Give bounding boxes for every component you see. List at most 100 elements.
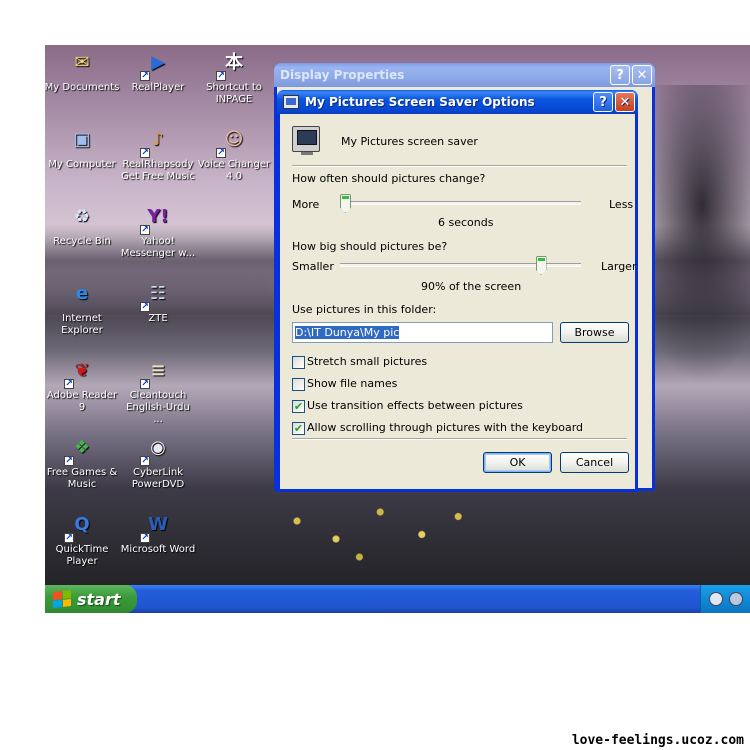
desktop-icon[interactable]: Q ↗ QuickTime Player: [45, 509, 120, 568]
shortcut-arrow-icon: ↗: [140, 302, 150, 312]
cleantouch-dictionary-icon: ≡ ↗: [140, 360, 166, 389]
desktop-icon-label: QuickTime Player: [55, 544, 109, 567]
dialog-close-button[interactable]: ✕: [615, 92, 635, 112]
screen-saver-icon: [292, 126, 320, 155]
desktop-icon-label: Shortcut to INPAGE: [206, 82, 262, 105]
desktop-icon-label: RealPlayer: [131, 82, 185, 93]
shortcut-arrow-icon: ↗: [140, 225, 150, 235]
quicktime-icon: Q ↗: [64, 514, 90, 543]
desktop-icon[interactable]: e Internet Explorer: [45, 278, 120, 337]
my-computer-icon: ▣: [73, 129, 91, 150]
desktop-icon-label: My Computer: [48, 159, 116, 170]
monitor-icon: [283, 95, 299, 109]
desktop-icon[interactable]: ◉ ↗ CyberLink PowerDVD: [120, 432, 196, 491]
picture-size-slider[interactable]: [535, 256, 547, 275]
change-frequency-slider[interactable]: [340, 194, 351, 213]
desktop-icon[interactable]: ☺ ↗ Voice Changer 4.0: [196, 124, 272, 183]
system-tray: [700, 585, 750, 613]
screen-saver-name: My Pictures screen saver: [341, 135, 478, 148]
desktop-icon-label: My Documents: [45, 82, 120, 93]
option-label: Allow scrolling through pictures with th…: [307, 421, 584, 434]
adobe-reader-icon: ❦ ↗: [64, 360, 90, 389]
picture-size-value: 90% of the screen: [421, 280, 522, 293]
option-checkbox[interactable]: [292, 378, 305, 391]
volume-icon[interactable]: [709, 592, 723, 606]
shortcut-arrow-icon: ↗: [64, 533, 74, 543]
shortcut-arrow-icon: ↗: [216, 148, 226, 158]
desktop-icon[interactable]: ≡ ↗ Cleantouch English-Urdu ...: [120, 355, 196, 426]
option-checkbox[interactable]: ✔: [292, 400, 305, 413]
folder-path-input[interactable]: D:\IT Dunya\My pic: [292, 322, 553, 343]
desktop-icon[interactable]: ♪ ↗ RealRhapsody Get Free Music: [120, 124, 196, 183]
desktop-icon-label: Internet Explorer: [61, 313, 103, 336]
screen-saver-options-dialog: My Pictures Screen Saver Options ? ✕ My …: [277, 90, 638, 492]
separator: [292, 165, 627, 167]
display-properties-titlebar[interactable]: Display Properties ? ✕: [274, 63, 655, 87]
desktop-icon[interactable]: W ↗ Microsoft Word: [120, 509, 196, 556]
option-label: Show file names: [307, 377, 398, 390]
shortcut-arrow-icon: ↗: [140, 148, 150, 158]
change-frequency-min-label: More: [292, 198, 320, 211]
recycle-bin-icon: ♻: [73, 206, 91, 227]
change-frequency-label: How often should pictures change?: [292, 172, 486, 185]
dialog-title: My Pictures Screen Saver Options: [305, 95, 535, 109]
desktop-icon-label: RealRhapsody Get Free Music: [121, 159, 195, 182]
zte-icon: ☷ ↗: [140, 283, 167, 312]
desktop-icon[interactable]: ✉ My Documents: [45, 47, 120, 94]
browse-button[interactable]: Browse: [560, 322, 629, 343]
option-checkbox[interactable]: [292, 356, 305, 369]
windows-logo-icon: [53, 590, 71, 608]
shortcut-arrow-icon: ↗: [216, 71, 226, 81]
shortcut-arrow-icon: ↗: [140, 533, 150, 543]
internet-explorer-icon: e: [75, 283, 89, 304]
desktop-icon[interactable]: ♻ Recycle Bin: [45, 201, 120, 248]
ok-button[interactable]: OK: [483, 452, 552, 473]
voice-changer-icon: ☺ ↗: [216, 129, 244, 158]
option-label: Use transition effects between pictures: [307, 399, 523, 412]
picture-size-max-label: Larger: [601, 260, 637, 273]
microsoft-word-icon: W ↗: [140, 514, 168, 543]
desktop-icon-label: Adobe Reader 9: [46, 390, 118, 413]
shortcut-arrow-icon: ↗: [140, 71, 150, 81]
yahoo-messenger-icon: Y! ↗: [140, 206, 169, 235]
picture-size-min-label: Smaller: [292, 260, 334, 273]
taskbar: start: [45, 585, 750, 613]
desktop-icon[interactable]: Y! ↗ Yahoo! Messenger w...: [120, 201, 196, 260]
dialog-body: My Pictures screen saver How often shoul…: [280, 114, 637, 489]
desktop: ✉ My Documents ▶ ↗ RealPlayer 本 ↗ Shortcut to I…: [45, 45, 750, 613]
desktop-icon[interactable]: ❖ ↗ Free Games & Music: [45, 432, 120, 491]
desktop-icon[interactable]: ☷ ↗ ZTE: [120, 278, 196, 325]
desktop-icon-label: Cleantouch English-Urdu ...: [126, 390, 190, 425]
folder-path-value: D:\IT Dunya\My pic: [295, 326, 400, 339]
inpage-icon: 本 ↗: [216, 52, 243, 81]
desktop-icon-label: Voice Changer 4.0: [197, 159, 271, 182]
desktop-icon-label: ZTE: [148, 313, 168, 324]
shortcut-arrow-icon: ↗: [140, 379, 150, 389]
realplayer-icon: ▶ ↗: [140, 52, 165, 81]
shortcut-arrow-icon: ↗: [64, 379, 74, 389]
desktop-icon[interactable]: ❦ ↗ Adobe Reader 9: [45, 355, 120, 414]
desktop-icon[interactable]: 本 ↗ Shortcut to INPAGE: [196, 47, 272, 106]
network-icon[interactable]: [729, 592, 743, 606]
display-properties-help-button[interactable]: ?: [610, 65, 630, 85]
dialog-help-button[interactable]: ?: [593, 92, 613, 112]
display-properties-title: Display Properties: [280, 68, 405, 82]
desktop-icon[interactable]: ▶ ↗ RealPlayer: [120, 47, 196, 94]
start-button[interactable]: start: [45, 585, 137, 613]
display-properties-close-button[interactable]: ✕: [632, 65, 652, 85]
desktop-icon-label: Microsoft Word: [120, 544, 196, 555]
desktop-icon-label: Yahoo! Messenger w...: [120, 236, 196, 259]
dialog-titlebar[interactable]: My Pictures Screen Saver Options ? ✕: [277, 90, 638, 114]
option-label: Stretch small pictures: [307, 355, 428, 368]
picture-size-label: How big should pictures be?: [292, 240, 448, 253]
change-frequency-value: 6 seconds: [438, 216, 494, 229]
desktop-icon-label: Recycle Bin: [53, 236, 111, 247]
realrhapsody-icon: ♪ ↗: [140, 129, 164, 158]
wallpaper-flowers: [245, 485, 505, 575]
cancel-button[interactable]: Cancel: [560, 452, 629, 473]
desktop-icon-label: Free Games & Music: [46, 467, 118, 490]
watermark: love-feelings.ucoz.com: [571, 733, 744, 748]
shortcut-arrow-icon: ↗: [140, 456, 150, 466]
option-checkbox[interactable]: ✔: [292, 422, 305, 435]
desktop-icon[interactable]: ▣ My Computer: [45, 124, 120, 171]
